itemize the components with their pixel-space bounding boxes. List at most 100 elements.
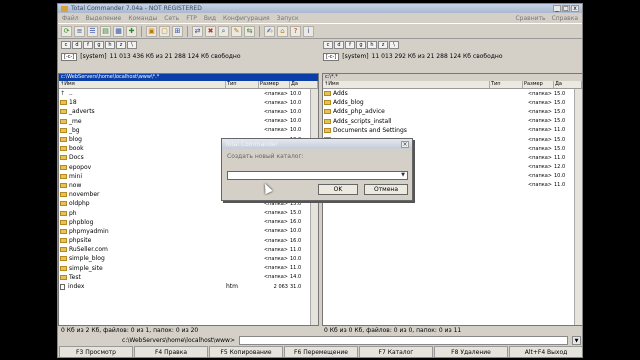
column-type-header[interactable]: Тип <box>226 81 259 88</box>
drive-button-z[interactable]: z <box>116 41 126 49</box>
file-row[interactable]: Test <папка> 14.0 <box>59 273 318 282</box>
new-folder-name-input[interactable]: ▼ <box>227 171 408 180</box>
menu-file[interactable]: Файл <box>62 15 79 22</box>
file-row[interactable]: RuSeller.com <папка> 11.0 <box>59 245 318 254</box>
drive-button-d[interactable]: d <box>334 41 344 49</box>
file-name: blog <box>69 136 82 144</box>
file-row[interactable]: simple_blog <папка> 10.0 <box>59 254 318 263</box>
command-line-dropdown-icon[interactable]: ▼ <box>572 336 581 345</box>
explorer-icon[interactable]: ⌂ <box>277 25 288 37</box>
help-icon[interactable]: ? <box>290 25 301 37</box>
title-bar: Total Commander 7.04a - NOT REGISTERED _… <box>58 4 582 13</box>
file-size: <папка> <box>527 99 552 106</box>
disconnect-icon[interactable]: ✖ <box>205 25 216 37</box>
file-row[interactable]: ↑.. <папка> 10.0 <box>59 89 318 98</box>
column-date-header[interactable]: Да <box>554 81 582 88</box>
command-line-input[interactable] <box>239 336 568 345</box>
column-date-header[interactable]: Да <box>290 81 318 88</box>
file-type: htm <box>226 283 238 291</box>
column-name-header[interactable]: ↑Имя <box>59 81 226 88</box>
menu-compare[interactable]: Сравнить <box>515 15 545 22</box>
fkey-button-1[interactable]: F3 Просмотр <box>59 346 133 357</box>
menu-select[interactable]: Выделение <box>86 15 122 22</box>
multi-rename-icon[interactable]: ✎ <box>231 25 242 37</box>
file-row[interactable]: ph <папка> 15.0 <box>59 208 318 217</box>
column-type-header[interactable]: Тип <box>490 81 523 88</box>
sync-icon[interactable]: ⇆ <box>244 25 255 37</box>
drive-button-h[interactable]: h <box>367 41 377 49</box>
file-row[interactable]: Adds_blog <папка> 15.0 <box>323 98 582 107</box>
file-row[interactable]: simple_site <папка> 11.0 <box>59 264 318 273</box>
file-row[interactable]: phpblog <папка> 16.0 <box>59 218 318 227</box>
left-drive-select[interactable]: [-c-] <box>61 52 78 61</box>
drive-button-h[interactable]: h <box>105 41 115 49</box>
right-drive-select[interactable]: [-c-] <box>323 52 340 61</box>
search-icon[interactable]: ⌕ <box>218 25 229 37</box>
unpack-icon[interactable]: ▢ <box>159 25 170 37</box>
compare-icon[interactable]: ⊞ <box>172 25 183 37</box>
column-size-header[interactable]: Размер <box>523 81 554 88</box>
drive-button-root[interactable]: \ <box>389 41 399 49</box>
pack-icon[interactable]: ▣ <box>146 25 157 37</box>
fkey-button-5[interactable]: F7 Каталог <box>359 346 433 357</box>
list-view-icon[interactable]: ≡ <box>74 25 85 37</box>
maximize-button[interactable]: □ <box>562 5 570 12</box>
drive-button-d[interactable]: d <box>72 41 82 49</box>
fkey-button-4[interactable]: F6 Перемещение <box>284 346 358 357</box>
left-scrollbar[interactable] <box>310 89 318 325</box>
file-row[interactable]: 18 <папка> 10.0 <box>59 98 318 107</box>
drive-button-f[interactable]: f <box>83 41 93 49</box>
right-scrollbar[interactable] <box>574 89 582 325</box>
file-row[interactable]: Adds_scripts_install <папка> 15.0 <box>323 117 582 126</box>
refresh-icon[interactable]: ⟳ <box>61 25 72 37</box>
file-row[interactable]: _adverts <папка> 10.0 <box>59 107 318 116</box>
left-path[interactable]: c:\WebServers\home\localhost\www\*.* <box>59 74 318 81</box>
dialog-close-button[interactable]: × <box>401 140 409 148</box>
file-row[interactable]: Adds_php_advice <папка> 15.0 <box>323 107 582 116</box>
file-row[interactable]: phpmyadmin <папка> 10.0 <box>59 227 318 236</box>
file-row[interactable]: index htm 2 063 31.0 <box>59 282 318 291</box>
select-all-icon[interactable]: ✚ <box>126 25 137 37</box>
fkey-button-3[interactable]: F5 Копирование <box>209 346 283 357</box>
menu-help[interactable]: Справка <box>552 15 578 22</box>
menu-net[interactable]: Сеть <box>164 15 179 22</box>
fkey-button-6[interactable]: F8 Удаление <box>434 346 508 357</box>
menu-ftp[interactable]: FTP <box>186 15 197 22</box>
notepad-icon[interactable]: ✍ <box>264 25 275 37</box>
folder-icon <box>60 182 67 188</box>
info-icon[interactable]: i <box>303 25 314 37</box>
details-view-icon[interactable]: ☰ <box>87 25 98 37</box>
column-name-header[interactable]: ↑Имя <box>323 81 490 88</box>
file-row[interactable]: _me <папка> 10.0 <box>59 117 318 126</box>
chevron-down-icon[interactable]: ▼ <box>399 172 407 179</box>
fkey-button-2[interactable]: F4 Правка <box>134 346 208 357</box>
ok-button[interactable]: OK <box>318 184 358 195</box>
file-row[interactable]: _bg <папка> 10.0 <box>59 126 318 135</box>
thumbnails-icon[interactable]: ▦ <box>113 25 124 37</box>
menu-view[interactable]: Вид <box>204 15 216 22</box>
drive-button-g[interactable]: g <box>356 41 366 49</box>
drive-button-f[interactable]: f <box>345 41 355 49</box>
close-button[interactable]: x <box>571 5 579 12</box>
right-column-headers: ↑Имя Тип Размер Да <box>323 81 582 89</box>
drive-button-c[interactable]: c <box>323 41 333 49</box>
file-row[interactable]: Adds <папка> 15.0 <box>323 89 582 98</box>
file-size: <папка> <box>263 219 288 226</box>
file-row[interactable]: phpsite <папка> 16.0 <box>59 236 318 245</box>
file-row[interactable]: Documents and Settings <папка> 11.0 <box>323 126 582 135</box>
drive-button-root[interactable]: \ <box>127 41 137 49</box>
cancel-button[interactable]: Отмена <box>364 184 408 195</box>
menu-commands[interactable]: Команды <box>128 15 157 22</box>
column-size-header[interactable]: Размер <box>259 81 290 88</box>
right-path[interactable]: c:\*.* <box>323 74 582 81</box>
drive-button-z[interactable]: z <box>378 41 388 49</box>
ftp-icon[interactable]: ⇄ <box>192 25 203 37</box>
menu-configuration[interactable]: Конфигурация <box>223 15 270 22</box>
fkey-button-7[interactable]: Alt+F4 Выход <box>509 346 582 357</box>
file-name-cell: Adds_scripts_install <box>323 118 490 125</box>
minimize-button[interactable]: _ <box>553 5 561 12</box>
tree-icon[interactable]: ▤ <box>100 25 111 37</box>
menu-start[interactable]: Запуск <box>277 15 299 22</box>
drive-button-g[interactable]: g <box>94 41 104 49</box>
drive-button-c[interactable]: c <box>61 41 71 49</box>
